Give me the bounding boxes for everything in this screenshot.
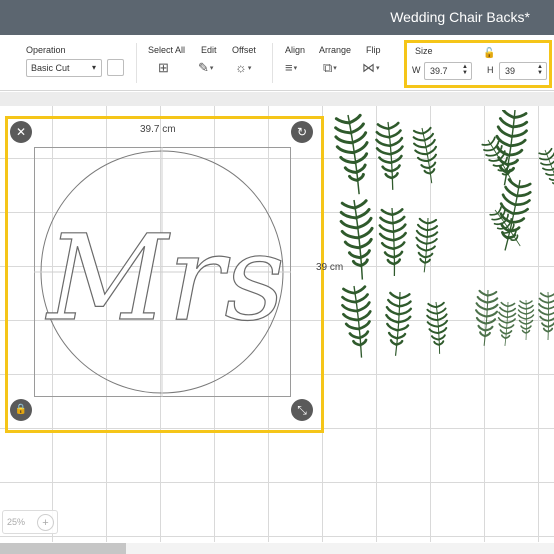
arrange-button[interactable]: ⧉▾ [323,59,337,77]
operation-select[interactable]: Basic Cut ▾ [26,59,102,77]
scrollbar-thumb[interactable] [0,543,126,554]
width-letter: W [412,65,421,75]
operation-value: Basic Cut [31,63,70,73]
edit-label: Edit [201,45,217,55]
width-value: 39.7 [430,66,448,76]
proportion-lock-icon[interactable]: 🔓 [483,48,495,59]
lock-handle-icon[interactable]: 🔒 [10,399,32,421]
horizontal-ruler [0,92,554,106]
rotate-handle-icon[interactable]: ↻ [291,121,313,143]
width-input[interactable]: 39.7 ▲▼ [424,62,472,80]
horizontal-scrollbar[interactable] [0,543,554,554]
select-all-button[interactable]: ⊞ [158,59,169,77]
edit-icon: ✎ [198,60,209,75]
zoom-control: 25% + [2,510,58,534]
offset-button[interactable]: ☼▾ [235,59,251,77]
arrange-label: Arrange [319,45,352,55]
chevron-down-icon: ▾ [209,64,214,72]
height-letter: H [487,65,494,75]
align-icon: ≡ [285,60,293,75]
selection-highlight [5,116,324,433]
offset-icon: ☼ [235,60,247,75]
chevron-down-icon: ▾ [247,64,252,72]
chevron-down-icon: ▾ [376,64,380,72]
align-button[interactable]: ≡▾ [285,59,297,77]
toolbar-divider [136,43,137,83]
delete-handle-icon[interactable]: ✕ [10,121,32,143]
select-all-label: Select All [148,45,186,55]
arrange-icon: ⧉ [323,60,333,75]
flip-icon: ⋈ [362,60,375,75]
flip-button[interactable]: ⋈▾ [362,59,380,77]
size-label: Size [415,46,433,56]
scale-handle-icon[interactable]: ⤡ [291,399,313,421]
flip-label: Flip [366,45,381,55]
width-stepper-icon[interactable]: ▲▼ [461,64,468,76]
edit-button[interactable]: ✎▾ [198,59,213,77]
height-stepper-icon[interactable]: ▲▼ [536,64,543,76]
operation-label: Operation [26,45,66,55]
fern-leaves-group[interactable] [330,282,554,362]
height-value: 39 [505,66,516,76]
width-dimension-label: 39.7 cm [140,124,176,135]
chevron-down-icon: ▾ [293,64,298,72]
toolbar-divider [272,43,273,83]
title-bar: Wedding Chair Backs* [0,0,554,35]
zoom-level: 25% [7,517,26,527]
align-label: Align [285,45,306,55]
project-title: Wedding Chair Backs* [390,9,530,25]
size-panel: Size 🔓 W 39.7 ▲▼ H 39 ▲▼ [404,40,552,88]
chevron-down-icon: ▾ [333,64,337,72]
offset-label: Offset [232,45,256,55]
select-all-icon: ⊞ [158,60,169,75]
height-input[interactable]: 39 ▲▼ [499,62,547,80]
material-color-swatch[interactable] [107,59,124,76]
zoom-in-icon[interactable]: + [37,514,54,531]
chevron-down-icon: ▾ [91,63,96,72]
